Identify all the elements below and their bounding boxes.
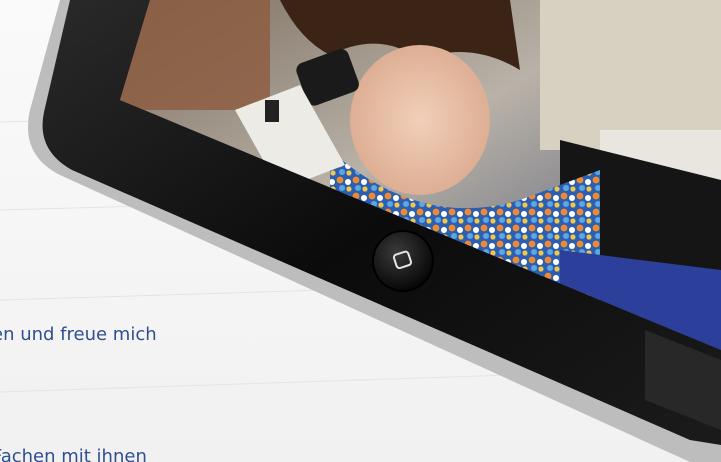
home-button[interactable] <box>372 230 434 292</box>
slide-text-line-2: Fachen mit ihnen <box>0 446 147 462</box>
tablet-bezel <box>42 0 721 445</box>
tablet-device <box>0 0 721 462</box>
paper-lines <box>0 103 721 393</box>
square-home-icon <box>392 250 412 270</box>
tablet-screen-photo <box>120 0 721 350</box>
tablet-rim <box>28 0 721 462</box>
presentation-slide: en und freue mich Fachen mit ihnen <box>0 0 721 462</box>
slide-text-line-1: en und freue mich <box>0 324 157 345</box>
